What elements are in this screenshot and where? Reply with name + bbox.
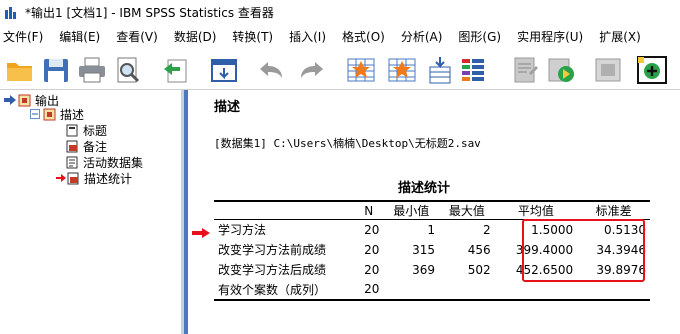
menu-data[interactable]: 数据(D) — [166, 24, 225, 51]
redo-icon[interactable] — [296, 55, 328, 85]
menu-format[interactable]: 格式(O) — [334, 24, 393, 51]
menu-extensions[interactable]: 扩展(X) — [591, 24, 649, 51]
print-preview-icon[interactable] — [112, 55, 144, 85]
cell-min: 315 — [412, 242, 436, 257]
goto-case-icon[interactable] — [386, 55, 418, 85]
title-doc-icon — [66, 124, 78, 136]
insert-title-icon[interactable] — [509, 55, 541, 85]
menu-file[interactable]: 文件(F) — [0, 24, 51, 51]
recall-dialog-icon[interactable] — [208, 55, 240, 85]
column-header-min: 最小值 — [383, 200, 440, 220]
spss-app-icon — [5, 5, 19, 19]
menu-graphs[interactable]: 图形(G) — [450, 24, 509, 51]
tree-label-descriptive-statistics: 描述统计 — [84, 171, 133, 186]
menu-bar: 文件(F) 编辑(E) 查看(V) 数据(D) 转换(T) 插入(I) 格式(O… — [0, 24, 680, 51]
show-all-icon[interactable] — [545, 55, 577, 85]
highlight-box — [522, 219, 645, 282]
goto-data-icon[interactable] — [345, 55, 377, 85]
menu-edit[interactable]: 编辑(E) — [51, 24, 108, 51]
descriptives-book-icon — [43, 108, 56, 120]
current-item-arrow-icon — [56, 174, 66, 182]
tree-item-notes[interactable]: 备注 — [66, 138, 107, 154]
menu-utilities[interactable]: 实用程序(U) — [509, 24, 591, 51]
hide-icon[interactable] — [592, 55, 624, 85]
column-header-n: N — [354, 200, 384, 220]
cell-mean — [494, 279, 578, 301]
cell-max — [439, 279, 495, 301]
dataset-path: [数据集1] C:\Users\楠楠\Desktop\无标题2.sav — [214, 137, 481, 150]
output-content-pane: 描述 [数据集1] C:\Users\楠楠\Desktop\无标题2.sav 描… — [188, 90, 680, 334]
tree-item-descriptives[interactable]: 描述 — [30, 106, 84, 122]
tree-label-notes: 备注 — [83, 139, 108, 154]
tree-item-title[interactable]: 标题 — [66, 122, 107, 138]
column-header-mean: 平均值 — [494, 200, 578, 220]
outline-pane: 输出 描述 标题 备注 活动数据集 描述统计 — [0, 90, 184, 334]
cell-min: 1 — [427, 222, 436, 237]
menu-insert[interactable]: 插入(I) — [281, 24, 334, 51]
column-header-max: 最大值 — [439, 200, 495, 220]
cell-n: 20 — [364, 262, 380, 277]
menu-transform[interactable]: 转换(T) — [224, 24, 281, 51]
export-icon[interactable] — [160, 55, 192, 85]
tree-item-descriptive-statistics[interactable]: 描述统计 — [56, 170, 132, 186]
save-icon[interactable] — [40, 55, 72, 85]
output-heading: 描述 — [214, 100, 241, 115]
row-label: 学习方法 — [218, 223, 267, 238]
row-label: 改变学习方法后成绩 — [218, 263, 327, 277]
menu-analyze[interactable]: 分析(A) — [393, 24, 451, 51]
cell-min: 369 — [412, 262, 436, 277]
cell-n: 20 — [364, 222, 380, 237]
column-header-std: 标准差 — [577, 200, 650, 220]
table-doc-icon — [67, 172, 79, 184]
menu-view[interactable]: 查看(V) — [108, 24, 166, 51]
title-bar: *输出1 [文档1] - IBM SPSS Statistics 查看器 — [0, 0, 680, 24]
open-folder-icon[interactable] — [4, 55, 36, 85]
table-title: 描述统计 — [398, 181, 451, 196]
cell-std — [577, 279, 650, 301]
row-label: 改变学习方法前成绩 — [218, 243, 327, 257]
column-header — [214, 200, 354, 220]
tree-label-active-dataset: 活动数据集 — [83, 155, 144, 170]
cell-n: 20 — [364, 242, 380, 257]
print-icon[interactable] — [76, 55, 108, 85]
collapse-icon[interactable] — [30, 109, 40, 119]
cell-max: 502 — [467, 262, 491, 277]
row-label: 有效个案数（成列） — [214, 279, 354, 301]
output-book-icon — [18, 94, 31, 106]
cell-n: 20 — [354, 279, 384, 301]
cell-max: 2 — [483, 222, 491, 237]
notes-doc-icon — [66, 140, 78, 152]
cell-min — [383, 279, 440, 301]
tree-item-active-dataset[interactable]: 活动数据集 — [66, 154, 143, 170]
window-title: *输出1 [文档1] - IBM SPSS Statistics 查看器 — [25, 5, 274, 20]
tree-label-descriptives: 描述 — [60, 107, 85, 122]
cell-max: 456 — [467, 242, 491, 257]
toolbar — [0, 51, 680, 90]
undo-icon[interactable] — [255, 55, 287, 85]
current-row-arrow-icon — [192, 228, 210, 238]
insert-heading-icon[interactable] — [458, 55, 490, 85]
table-header-row: N 最小值 最大值 平均值 标准差 — [214, 200, 650, 220]
tree-label-title: 标题 — [83, 123, 108, 138]
table-row: 有效个案数（成列） 20 — [214, 279, 650, 301]
insert-item-icon[interactable] — [636, 55, 668, 85]
log-doc-icon — [66, 156, 78, 168]
expand-arrow-icon — [4, 95, 16, 105]
variables-icon[interactable] — [424, 55, 456, 85]
